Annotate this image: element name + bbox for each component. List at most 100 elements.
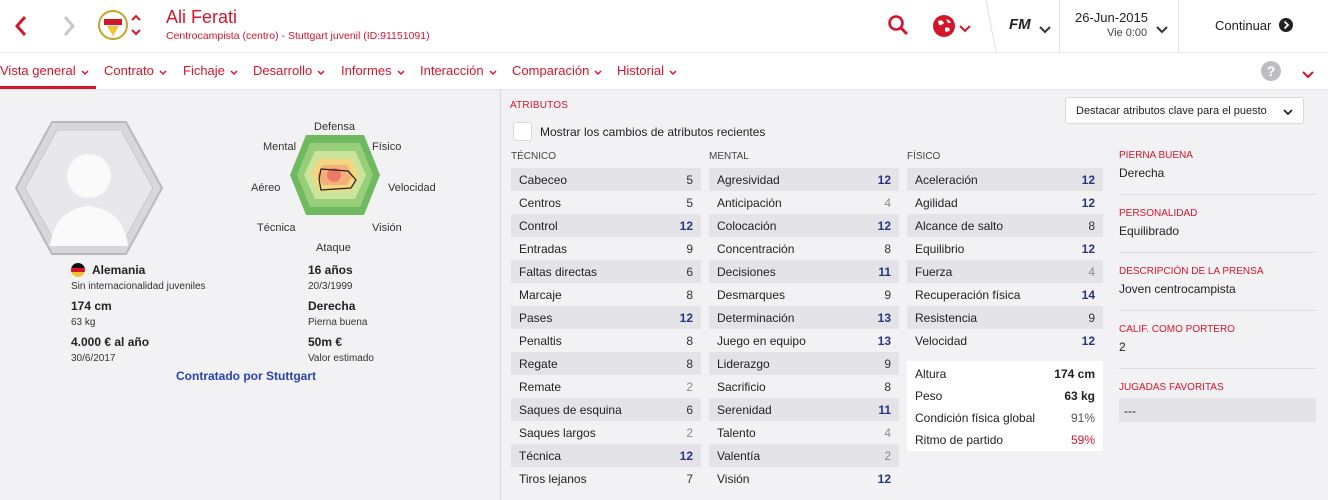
contract-end: 30/6/2017: [71, 353, 116, 364]
signed-by-link[interactable]: Contratado por Stuttgart: [176, 369, 316, 383]
info-preferred-foot: PIERNA BUENA Derecha: [1119, 150, 1316, 180]
market-value: 50m €: [308, 335, 343, 349]
attribute-name: Penaltis: [519, 334, 562, 348]
attribute-row[interactable]: Saques largos 2: [511, 421, 701, 444]
info-personality: PERSONALIDAD Equilibrado: [1119, 208, 1316, 238]
fm-logo[interactable]: FM: [1009, 16, 1031, 33]
tab-label: Desarrollo: [253, 63, 313, 78]
continue-button[interactable]: Continuar: [1215, 18, 1271, 33]
tab-historial[interactable]: Historial: [617, 63, 677, 79]
attribute-row[interactable]: Decisiones 11: [709, 260, 899, 283]
attribute-value: 11: [878, 265, 891, 279]
tab-informes[interactable]: Informes: [341, 63, 405, 79]
attribute-value: 9: [884, 357, 891, 371]
divider: [1119, 310, 1316, 311]
panel-divider: [500, 90, 501, 500]
attribute-row[interactable]: Penaltis 8: [511, 329, 701, 352]
attribute-row[interactable]: Entradas 9: [511, 237, 701, 260]
attribute-row[interactable]: Remate 2: [511, 375, 701, 398]
attribute-row[interactable]: Juego en equipo 13: [709, 329, 899, 352]
radar-label-velocidad: Velocidad: [388, 182, 436, 194]
attribute-row[interactable]: Desmarques 9: [709, 283, 899, 306]
arrow-right-circle-icon[interactable]: [1279, 18, 1293, 37]
globe-icon[interactable]: [932, 14, 956, 43]
attribute-row[interactable]: Visión 12: [709, 467, 899, 490]
attribute-name: Saques de esquina: [519, 403, 622, 417]
attribute-row[interactable]: Tiros lejanos 7: [511, 467, 701, 490]
attribute-row[interactable]: Talento 4: [709, 421, 899, 444]
attribute-value: 4: [884, 196, 891, 210]
attribute-name: Desmarques: [717, 288, 786, 302]
radar-label-fisico: Físico: [372, 141, 402, 153]
attribute-name: Colocación: [717, 219, 777, 233]
attribute-name: Alcance de salto: [915, 219, 1004, 233]
attribute-row[interactable]: Concentración 8: [709, 237, 899, 260]
attribute-row[interactable]: Serenidad 11: [709, 398, 899, 421]
attribute-row[interactable]: Cabeceo 5: [511, 168, 701, 191]
chevron-down-icon: [230, 64, 238, 79]
attribute-row[interactable]: Resistencia 9: [907, 306, 1103, 329]
attribute-row[interactable]: Valentía 2: [709, 444, 899, 467]
attribute-row[interactable]: Saques de esquina 6: [511, 398, 701, 421]
attribute-row[interactable]: Liderazgo 9: [709, 352, 899, 375]
attribute-row[interactable]: Centros 5: [511, 191, 701, 214]
tab-contrato[interactable]: Contrato: [104, 63, 167, 79]
attribute-row[interactable]: Regate 8: [511, 352, 701, 375]
separator: [1059, 0, 1060, 52]
chevron-down-icon: [159, 64, 167, 79]
attribute-value: 12: [877, 472, 891, 486]
attribute-value: 8: [884, 380, 891, 394]
show-changes-checkbox[interactable]: [513, 122, 532, 141]
attribute-row[interactable]: Anticipación 4: [709, 191, 899, 214]
attribute-row[interactable]: Determinación 13: [709, 306, 899, 329]
attribute-value: 13: [877, 311, 891, 325]
attribute-name: Pases: [519, 311, 553, 325]
attribute-row[interactable]: Agilidad 12: [907, 191, 1103, 214]
chevron-down-icon[interactable]: [959, 20, 971, 38]
tab-fichaje[interactable]: Fichaje: [183, 63, 238, 79]
attribute-name: Entradas: [519, 242, 568, 256]
help-icon[interactable]: ?: [1261, 61, 1281, 81]
attribute-row[interactable]: Velocidad 12: [907, 329, 1103, 352]
attribute-row[interactable]: Sacrificio 8: [709, 375, 899, 398]
divider: [1119, 252, 1316, 253]
game-date[interactable]: 26-Jun-2015: [1075, 10, 1148, 25]
stat-label: Condición física global: [915, 411, 1036, 425]
attribute-row[interactable]: Marcaje 8: [511, 283, 701, 306]
attribute-row[interactable]: Agresividad 12: [709, 168, 899, 191]
chevron-down-icon[interactable]: [1302, 66, 1314, 84]
highlight-attributes-select[interactable]: Destacar atributos clave para el puesto: [1065, 97, 1304, 124]
player-switch-icon[interactable]: [130, 12, 142, 38]
attribute-row[interactable]: Equilibrio 12: [907, 237, 1103, 260]
club-crest-icon[interactable]: [98, 9, 128, 41]
chevron-down-icon[interactable]: [1156, 21, 1168, 39]
nationality[interactable]: Alemania: [92, 263, 145, 277]
tab-comparacion[interactable]: Comparación: [512, 63, 602, 79]
attribute-value: 12: [1081, 334, 1095, 348]
attribute-row[interactable]: Técnica 12: [511, 444, 701, 467]
attribute-row[interactable]: Aceleración 12: [907, 168, 1103, 191]
search-icon[interactable]: [887, 14, 909, 41]
chevron-down-icon[interactable]: [1039, 21, 1051, 39]
attribute-row[interactable]: Recuperación física 14: [907, 283, 1103, 306]
attribute-row[interactable]: Fuerza 4: [907, 260, 1103, 283]
attribute-row[interactable]: Control 12: [511, 214, 701, 237]
attribute-row[interactable]: Pases 12: [511, 306, 701, 329]
attribute-row[interactable]: Colocación 12: [709, 214, 899, 237]
preferred-foot-label: Pierna buena: [308, 317, 368, 328]
tab-desarrollo[interactable]: Desarrollo: [253, 63, 325, 79]
tab-vista-general[interactable]: Vista general: [0, 63, 89, 79]
show-changes-label[interactable]: Mostrar los cambios de atributos recient…: [540, 125, 765, 139]
chevron-down-icon: [669, 64, 677, 79]
radar-label-defensa: Defensa: [314, 121, 355, 133]
attribute-row[interactable]: Faltas directas 6: [511, 260, 701, 283]
radar-label-aereo: Aéreo: [251, 182, 281, 194]
active-tab-indicator: [0, 86, 96, 89]
attribute-value: 13: [877, 334, 891, 348]
info-label: PIERNA BUENA: [1119, 150, 1193, 161]
back-arrow-icon[interactable]: [8, 12, 34, 40]
market-value-label: Valor estimado: [308, 353, 374, 364]
tab-interaccion[interactable]: Interacción: [420, 63, 497, 79]
attribute-row[interactable]: Alcance de salto 8: [907, 214, 1103, 237]
forward-arrow-icon[interactable]: [56, 12, 82, 40]
